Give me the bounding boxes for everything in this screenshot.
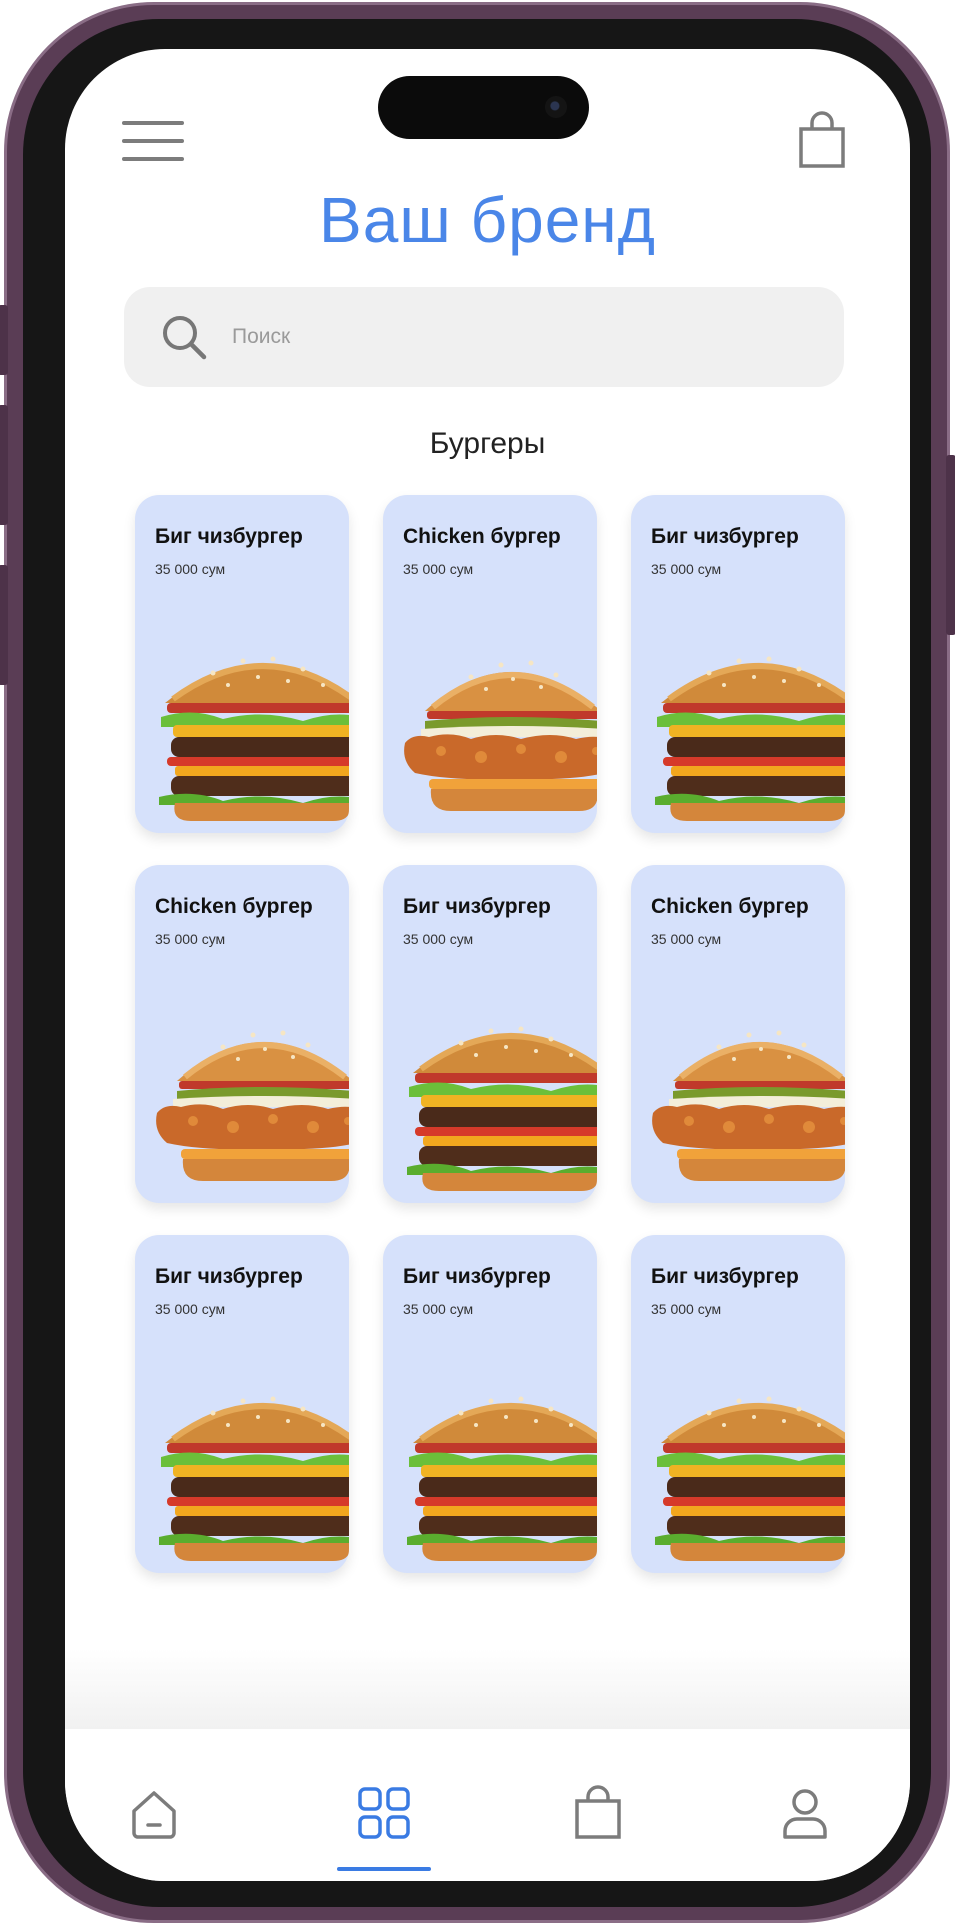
search-icon [163,316,207,360]
camera-icon [545,96,567,118]
product-card[interactable]: Chicken бургер 35 000 сум [631,865,845,1203]
tab-cart[interactable] [570,1785,626,1841]
product-price: 35 000 сум [403,1301,474,1317]
tab-profile[interactable] [777,1785,833,1841]
product-price: 35 000 сум [155,931,226,947]
product-price: 35 000 сум [155,1301,226,1317]
product-card[interactable]: Биг чизбургер 35 000 сум [135,1235,349,1573]
burger-image [159,1396,349,1561]
product-name: Chicken бургер [155,895,313,918]
shopping-bag-icon [575,1785,621,1839]
product-card[interactable]: Chicken бургер 35 000 сум [383,495,597,833]
product-price: 35 000 сум [403,561,474,577]
app-screen: Ваш бренд Бургеры Биг чизбургер 35 000 су… [65,49,910,1881]
side-button [0,405,8,525]
product-card[interactable]: Биг чизбургер 35 000 сум [631,1235,845,1573]
product-name: Chicken бургер [403,525,561,548]
product-card[interactable]: Биг чизбургер 35 000 сум [631,495,845,833]
profile-icon [783,1789,827,1839]
side-button [0,305,8,375]
bottom-fade [65,1649,910,1729]
product-name: Биг чизбургер [155,1265,303,1288]
section-title: Бургеры [429,427,546,460]
product-card[interactable]: Chicken бургер 35 000 сум [135,865,349,1203]
brand-title: Ваш бренд [319,184,656,256]
product-price: 35 000 сум [403,931,474,947]
tab-home[interactable] [126,1785,182,1841]
dynamic-island [378,76,589,139]
product-name: Биг чизбургер [651,1265,799,1288]
active-tab-indicator [337,1867,431,1871]
product-price: 35 000 сум [155,561,226,577]
phone-frame: Ваш бренд Бургеры Биг чизбургер 35 000 су… [0,2,955,1923]
burger-image [655,1396,845,1561]
burger-image [407,1026,597,1191]
burger-image [156,1030,349,1181]
tab-bar [65,1729,910,1881]
product-name: Биг чизбургер [403,1265,551,1288]
product-card[interactable]: Биг чизбургер 35 000 сум [383,865,597,1203]
search-bar[interactable] [124,287,844,387]
product-price: 35 000 сум [651,561,722,577]
tab-catalog[interactable] [356,1785,412,1841]
burger-image [404,660,597,811]
product-card[interactable]: Биг чизбургер 35 000 сум [383,1235,597,1573]
burger-image [407,1396,597,1561]
product-price: 35 000 сум [651,1301,722,1317]
product-name: Chicken бургер [651,895,809,918]
home-icon [132,1791,176,1839]
grid-icon [358,1787,410,1839]
product-name: Биг чизбургер [155,525,303,548]
product-name: Биг чизбургер [403,895,551,918]
hamburger-menu-icon[interactable] [122,121,184,163]
product-card[interactable]: Биг чизбургер 35 000 сум [135,495,349,833]
burger-image [655,656,845,821]
shopping-bag-icon[interactable] [798,111,846,169]
burger-image [652,1030,845,1181]
product-name: Биг чизбургер [651,525,799,548]
burger-image [159,656,349,821]
side-button [946,455,955,635]
product-price: 35 000 сум [651,931,722,947]
search-input[interactable] [232,325,752,349]
side-button [0,565,8,685]
